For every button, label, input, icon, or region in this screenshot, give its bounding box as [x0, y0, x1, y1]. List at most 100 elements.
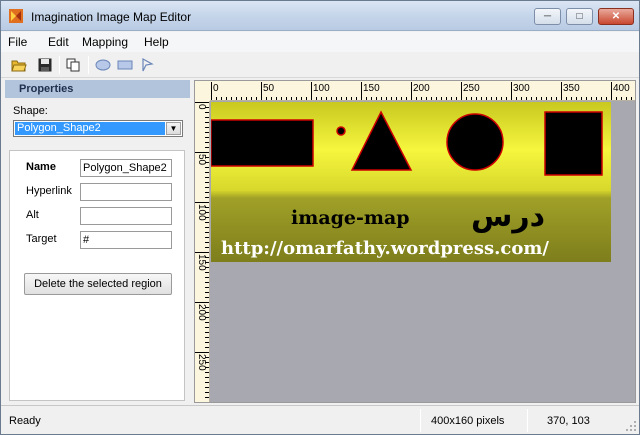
ruler-tick [205, 172, 209, 173]
ruler-tick [506, 97, 507, 100]
ruler-tick [251, 97, 252, 100]
ruler-tick [436, 97, 437, 100]
arabic-title-text: درس [471, 199, 545, 234]
status-separator [527, 409, 528, 432]
ruler-tick [211, 82, 212, 100]
toolbar-separator [88, 56, 89, 74]
circle-region-small[interactable] [336, 126, 346, 136]
ruler-label: 250 [196, 354, 207, 371]
ruler-tick [205, 327, 209, 328]
open-button[interactable] [9, 55, 29, 75]
polygon-tool-button[interactable] [137, 55, 157, 75]
ruler-tick [551, 97, 552, 100]
ruler-tick [205, 382, 209, 383]
ruler-tick [381, 97, 382, 100]
ruler-tick [446, 97, 447, 100]
ruler-tick [431, 97, 432, 100]
name-field[interactable]: Polygon_Shape2 [80, 159, 172, 177]
target-field[interactable]: # [80, 231, 172, 249]
ruler-label: 0 [196, 104, 207, 110]
ruler-corner [195, 81, 210, 101]
ruler-tick [616, 97, 617, 100]
ruler-label: 300 [513, 83, 530, 94]
shape-dropdown[interactable]: Polygon_Shape2 ▼ [13, 120, 183, 137]
hyperlink-field[interactable] [80, 183, 172, 201]
ruler-tick [356, 97, 357, 100]
ruler-tick [205, 117, 209, 118]
ruler-tick [531, 97, 532, 100]
ruler-tick [346, 97, 347, 100]
ruler-tick [205, 142, 209, 143]
canvas-area[interactable]: 0 50 100 150 200 250 300 350 400 0 50 100 150 200 250… [194, 80, 636, 403]
menu-file[interactable]: File [8, 35, 27, 49]
ruler-tick [216, 97, 217, 100]
ruler-tick [205, 372, 209, 373]
ruler-tick [205, 187, 209, 188]
minimize-button[interactable]: ─ [534, 8, 561, 25]
ruler-tick [511, 82, 512, 100]
ruler-tick [361, 82, 362, 100]
ruler-tick [205, 287, 209, 288]
ruler-tick [276, 97, 277, 100]
ruler-tick [351, 97, 352, 100]
ruler-tick [205, 122, 209, 123]
ruler-tick [195, 152, 209, 153]
horizontal-ruler: 0 50 100 150 200 250 300 350 400 [210, 81, 635, 101]
ruler-tick [246, 97, 247, 100]
image-map-title-text: image-map [291, 207, 410, 229]
ruler-tick [536, 97, 537, 100]
resize-grip-icon[interactable] [625, 420, 637, 432]
ruler-label: 50 [196, 154, 207, 166]
ruler-tick [205, 222, 209, 223]
ruler-tick [521, 97, 522, 100]
ruler-tick [626, 97, 627, 100]
status-separator [420, 409, 421, 432]
ruler-tick [205, 292, 209, 293]
open-folder-icon [11, 60, 27, 72]
alt-field[interactable] [80, 207, 172, 225]
close-button[interactable]: ✕ [598, 8, 634, 25]
delete-region-button[interactable]: Delete the selected region [24, 273, 172, 295]
rectangle-tool-button[interactable] [115, 55, 135, 75]
ellipse-tool-button[interactable] [93, 55, 113, 75]
ruler-label: 400 [613, 83, 630, 94]
menu-mapping[interactable]: Mapping [82, 35, 128, 49]
ruler-tick [205, 197, 209, 198]
ruler-tick [376, 97, 377, 100]
ruler-tick [526, 97, 527, 100]
ruler-tick [296, 97, 297, 100]
polygon-tool-icon [142, 58, 154, 72]
copy-icon [66, 58, 80, 72]
ruler-label: 0 [213, 83, 219, 94]
circle-region-large[interactable] [446, 113, 504, 171]
maximize-button[interactable]: □ [566, 8, 593, 25]
shape-label: Shape: [13, 105, 48, 117]
ruler-tick [491, 97, 492, 100]
menu-edit[interactable]: Edit [48, 35, 69, 49]
ruler-tick [236, 97, 237, 100]
ruler-tick [486, 97, 487, 100]
ruler-tick [571, 97, 572, 100]
ruler-tick [231, 97, 232, 100]
ruler-tick [205, 132, 209, 133]
ruler-tick [306, 97, 307, 100]
ruler-tick [195, 352, 209, 353]
rectangle-region-2[interactable] [544, 111, 603, 176]
chevron-down-icon[interactable]: ▼ [166, 122, 181, 135]
ruler-tick [205, 277, 209, 278]
image-map-canvas[interactable]: درس image-map http://omarfathy.wordpress… [211, 102, 611, 262]
ruler-tick [241, 97, 242, 100]
rectangle-region-1[interactable] [211, 119, 314, 167]
ruler-tick [205, 282, 209, 283]
alt-label: Alt [26, 209, 39, 221]
copy-button[interactable] [63, 55, 83, 75]
ellipse-tool-icon [95, 59, 111, 71]
ruler-tick [541, 97, 542, 100]
ruler-tick [401, 97, 402, 100]
ruler-tick [471, 97, 472, 100]
ruler-tick [266, 97, 267, 100]
save-button[interactable] [35, 55, 55, 75]
menu-help[interactable]: Help [144, 35, 169, 49]
ruler-tick [396, 97, 397, 100]
ruler-tick [205, 332, 209, 333]
